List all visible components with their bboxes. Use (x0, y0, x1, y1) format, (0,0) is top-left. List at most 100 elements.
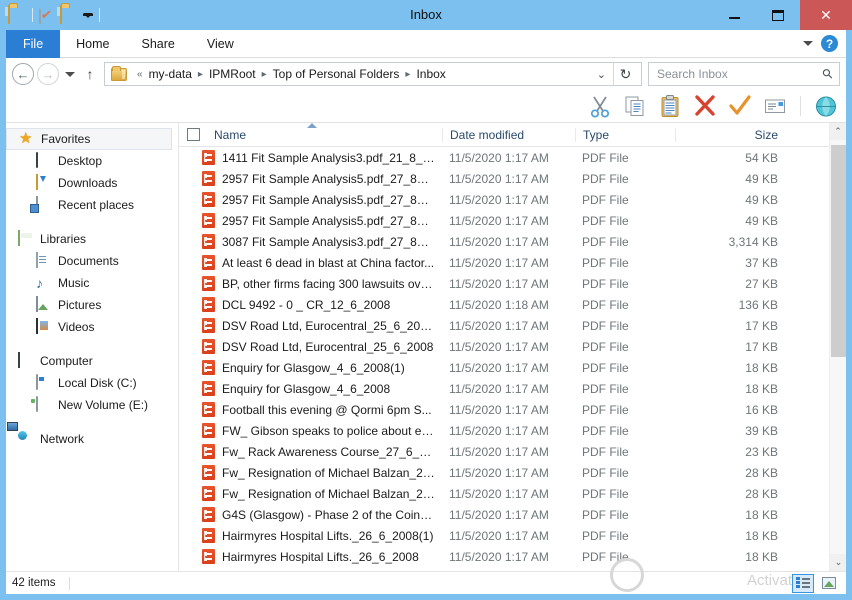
file-name-cell[interactable]: 2957 Fit Sample Analysis5.pdf_27_8_20... (179, 213, 442, 228)
file-name-cell[interactable]: At least 6 dead in blast at China factor… (179, 255, 442, 270)
table-row[interactable]: 2957 Fit Sample Analysis5.pdf_27_8_20...… (179, 210, 829, 231)
recent-locations-button[interactable] (62, 71, 78, 77)
file-name-cell[interactable]: FW_ Gibson speaks to police about ext... (179, 423, 442, 438)
sidebar-item-favorites[interactable]: ★ Favorites (6, 128, 172, 150)
table-row[interactable]: 2957 Fit Sample Analysis5.pdf_27_8_20...… (179, 168, 829, 189)
table-row[interactable]: 3087 Fit Sample Analysis3.pdf_27_8_20...… (179, 231, 829, 252)
sidebar-item-recent-places[interactable]: Recent places (6, 194, 178, 216)
table-row[interactable]: 2957 Fit Sample Analysis5.pdf_27_8_20...… (179, 189, 829, 210)
table-row[interactable]: DSV Road Ltd, Eurocentral_25_6_2008 11/5/… (179, 336, 829, 357)
paste-icon[interactable] (658, 94, 682, 118)
file-name-cell[interactable]: DCL 9492 - 0 _ CR_12_6_2008 (179, 297, 442, 312)
up-button[interactable]: ↑ (80, 66, 100, 82)
chevron-down-icon[interactable] (803, 41, 813, 46)
tab-file[interactable]: File (6, 30, 61, 58)
column-header-date-modified[interactable]: Date modified (442, 127, 575, 142)
file-name-cell[interactable]: Football this evening @ Qormi 6pm S... (179, 402, 442, 417)
file-name-cell[interactable]: Fw_ Resignation of Michael Balzan_25... (179, 486, 442, 501)
file-name-cell[interactable]: DSV Road Ltd, Eurocentral_25_6_2008(1) (179, 318, 442, 333)
table-row[interactable]: 1411 Fit Sample Analysis3.pdf_21_8_20...… (179, 147, 829, 168)
search-box[interactable]: ⚲ (648, 62, 840, 86)
table-row[interactable]: Hairmyres Hospital Lifts._26_6_2008(1) 11… (179, 525, 829, 546)
scroll-down-button[interactable]: ⌄ (830, 554, 846, 571)
tab-share[interactable]: Share (126, 30, 191, 58)
table-row[interactable]: Hairmyres Hospital Lifts._26_6_2008 11/5/… (179, 546, 829, 567)
sidebar-item-music[interactable]: ♪ Music (6, 272, 178, 294)
breadcrumb[interactable]: « my-data ▸ IPMRoot ▸ Top of Personal Fo… (104, 62, 642, 86)
file-name-cell[interactable]: 3087 Fit Sample Analysis3.pdf_27_8_20... (179, 234, 442, 249)
sidebar-item-desktop[interactable]: Desktop (6, 150, 178, 172)
sidebar-item-videos[interactable]: Videos (6, 316, 178, 338)
breadcrumb-dropdown-icon[interactable]: ⌄ (590, 68, 613, 81)
file-name-cell[interactable]: Hairmyres Hospital Lifts._26_6_2008(1) (179, 528, 442, 543)
minimize-button[interactable] (712, 0, 756, 30)
refresh-button[interactable]: ↻ (613, 62, 637, 86)
search-input[interactable] (655, 66, 824, 82)
forward-button[interactable]: → (37, 63, 59, 85)
tab-home[interactable]: Home (60, 30, 125, 58)
file-name-cell[interactable]: BP, other firms facing 300 lawsuits ove.… (179, 276, 442, 291)
table-row[interactable]: FW_ Gibson speaks to police about ext...… (179, 420, 829, 441)
globe-icon[interactable] (814, 94, 838, 118)
column-header-type[interactable]: Type (575, 127, 675, 142)
table-row[interactable]: Enquiry for Glasgow_4_6_2008 11/5/2020 1:… (179, 378, 829, 399)
scrollbar-thumb[interactable] (831, 145, 846, 357)
cut-icon[interactable] (588, 94, 612, 118)
new-folder-icon[interactable] (60, 5, 78, 24)
file-rows[interactable]: 1411 Fit Sample Analysis3.pdf_21_8_20...… (179, 147, 829, 571)
table-row[interactable]: DCL 9492 - 0 _ CR_12_6_2008 11/5/2020 1:1… (179, 294, 829, 315)
table-row[interactable]: Enquiry for Glasgow_4_6_2008(1) 11/5/2020… (179, 357, 829, 378)
file-name-cell[interactable]: 2957 Fit Sample Analysis5.pdf_27_8_20... (179, 192, 442, 207)
file-name-cell[interactable]: DSV Road Ltd, Eurocentral_25_6_2008 (179, 339, 442, 354)
select-all-checkbox[interactable] (179, 128, 207, 141)
sidebar-item-network[interactable]: Network (6, 428, 178, 450)
breadcrumb-item-my-data[interactable]: my-data (148, 67, 193, 81)
breadcrumb-item-ipmroot[interactable]: IPMRoot (208, 67, 257, 81)
breadcrumb-item-inbox[interactable]: Inbox (415, 67, 446, 81)
sidebar-item-pictures[interactable]: Pictures (6, 294, 178, 316)
file-name-cell[interactable]: Enquiry for Glasgow_4_6_2008 (179, 381, 442, 396)
copy-icon[interactable] (623, 94, 647, 118)
file-name-cell[interactable]: Fw_ Resignation of Michael Balzan_25... (179, 465, 442, 480)
sidebar-item-documents[interactable]: Documents (6, 250, 178, 272)
table-row[interactable]: DSV Road Ltd, Eurocentral_25_6_2008(1) 11… (179, 315, 829, 336)
file-name-cell[interactable]: Enquiry for Glasgow_4_6_2008(1) (179, 360, 442, 375)
navigation-pane[interactable]: ★ Favorites Desktop Downloads Recent pla… (6, 123, 179, 571)
breadcrumb-overflow[interactable]: « (132, 69, 148, 80)
vertical-scrollbar[interactable]: ⌃ ⌄ (829, 123, 846, 571)
thumbnail-view-button[interactable] (818, 574, 840, 593)
column-header-name[interactable]: Name (207, 128, 442, 142)
sidebar-item-new-volume-e[interactable]: New Volume (E:) (6, 394, 178, 416)
file-name-cell[interactable]: Hairmyres Hospital Lifts._26_6_2008 (179, 549, 442, 564)
table-row[interactable]: BP, other firms facing 300 lawsuits ove.… (179, 273, 829, 294)
folder-icon[interactable] (8, 5, 26, 24)
back-button[interactable]: ← (12, 63, 34, 85)
customize-caret-icon[interactable] (83, 12, 93, 18)
check-icon[interactable] (728, 94, 752, 118)
sidebar-item-libraries[interactable]: Libraries (6, 228, 178, 250)
file-name-cell[interactable]: G4S (Glasgow) - Phase 2 of the Coin St..… (179, 507, 442, 522)
breadcrumb-item-top-of-personal-folders[interactable]: Top of Personal Folders (272, 67, 401, 81)
properties-icon[interactable] (39, 5, 57, 24)
close-button[interactable]: ✕ (800, 0, 852, 30)
sidebar-item-local-disk-c[interactable]: Local Disk (C:) (6, 372, 178, 394)
maximize-button[interactable] (756, 0, 800, 30)
table-row[interactable]: Fw_ Resignation of Michael Balzan_25... 1… (179, 483, 829, 504)
email-icon[interactable] (763, 94, 787, 118)
sidebar-item-downloads[interactable]: Downloads (6, 172, 178, 194)
column-header-size[interactable]: Size (675, 127, 785, 142)
table-row[interactable]: G4S (Glasgow) - Phase 2 of the Coin St..… (179, 504, 829, 525)
file-name-cell[interactable]: Fw_ Rack Awareness Course_27_6_2008 (179, 444, 442, 459)
scroll-up-button[interactable]: ⌃ (830, 123, 846, 140)
table-row[interactable]: At least 6 dead in blast at China factor… (179, 252, 829, 273)
file-name-cell[interactable]: 1411 Fit Sample Analysis3.pdf_21_8_20... (179, 150, 442, 165)
help-icon[interactable]: ? (821, 35, 838, 52)
tab-view[interactable]: View (191, 30, 250, 58)
table-row[interactable]: Fw_ Resignation of Michael Balzan_25... 1… (179, 462, 829, 483)
details-view-button[interactable] (792, 573, 814, 593)
delete-icon[interactable] (693, 94, 717, 118)
file-name-cell[interactable]: 2957 Fit Sample Analysis5.pdf_27_8_20... (179, 171, 442, 186)
sidebar-item-computer[interactable]: Computer (6, 350, 178, 372)
table-row[interactable]: Fw_ Rack Awareness Course_27_6_2008 11/5/… (179, 441, 829, 462)
table-row[interactable]: Football this evening @ Qormi 6pm S... 11… (179, 399, 829, 420)
